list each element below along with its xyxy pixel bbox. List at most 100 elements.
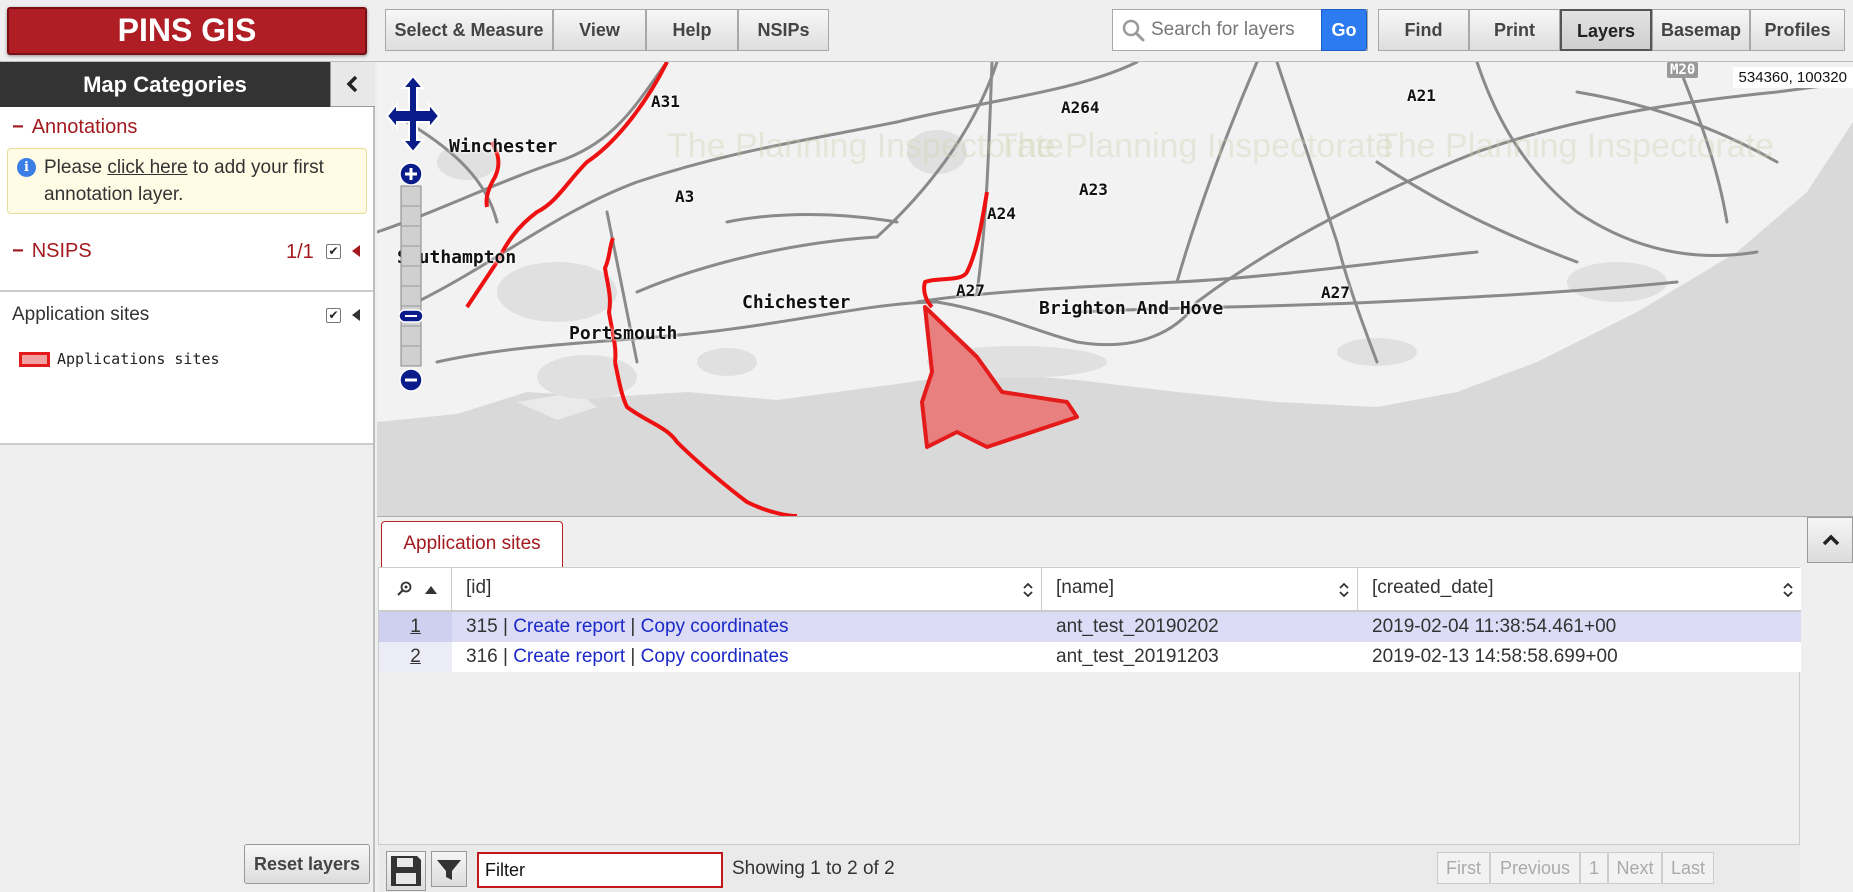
collapse-minus-icon: − [12, 240, 24, 262]
road-label: A3 [675, 187, 695, 206]
column-header-label: [created_date] [1372, 577, 1494, 598]
place-label: Winchester [449, 136, 558, 157]
created-date-cell: 2019-02-04 11:38:54.461+00 [1372, 616, 1617, 637]
zoom-out-icon [399, 368, 423, 392]
column-header-name[interactable]: [name] [1042, 568, 1358, 612]
zoom-slider[interactable] [399, 162, 423, 392]
zoom-to-icon [397, 581, 412, 596]
application-sites-layer-label: Application sites [12, 304, 150, 325]
filter-input[interactable] [477, 852, 723, 888]
annotations-section-header[interactable]: − Annotations [12, 116, 137, 139]
nsips-visibility-checkbox[interactable]: ✔ [326, 244, 341, 259]
create-report-link[interactable]: Create report [513, 646, 625, 667]
create-report-link[interactable]: Create report [513, 616, 625, 637]
nsips-expand-icon[interactable] [352, 245, 360, 257]
chevron-up-icon [1822, 534, 1840, 546]
road-label: A21 [1407, 86, 1436, 105]
nsips-section-header[interactable]: − NSIPS 1/1 ✔ [0, 237, 373, 267]
annotations-panel: − Annotations i Please click here to add … [0, 107, 373, 292]
nsips-layers-panel: Application sites ✔ Applications sites [0, 292, 373, 445]
app-logo: PINS GIS [7, 7, 367, 55]
sort-icon [1023, 582, 1033, 598]
pager-first-button[interactable]: First [1437, 852, 1490, 884]
paging-info: Showing 1 to 2 of 2 [732, 858, 895, 879]
info-icon: i [17, 158, 36, 177]
table-row[interactable]: 1 315 | Create report | Copy coordinates… [379, 612, 1801, 642]
place-label: Brighton And Hove [1039, 298, 1224, 319]
legend-swatch-icon [19, 352, 50, 367]
column-header-created-date[interactable]: [created_date] [1358, 568, 1801, 612]
search-go-button[interactable]: Go [1321, 9, 1367, 51]
pan-arrows-icon [385, 74, 441, 154]
annotation-info-box: i Please click here to add your first an… [7, 148, 367, 214]
row-number[interactable]: 2 [379, 642, 452, 672]
view-button[interactable]: View [553, 9, 646, 51]
road-label: M20 [1667, 62, 1699, 78]
zoom-in-icon [399, 162, 423, 186]
column-header-label: [name] [1056, 577, 1115, 598]
road-label: A23 [1079, 180, 1108, 199]
find-button[interactable]: Find [1378, 9, 1469, 51]
id-cell: 315 | Create report | Copy coordinates [466, 616, 789, 637]
pager-last-button[interactable]: Last [1662, 852, 1714, 884]
info-text-prefix: Please [44, 157, 108, 178]
road-label: A27 [956, 281, 985, 300]
table-row[interactable]: 2 316 | Create report | Copy coordinates… [379, 642, 1801, 672]
application-sites-expand-icon[interactable] [352, 309, 360, 321]
filter-toggle-button[interactable] [431, 851, 467, 887]
id-cell: 316 | Create report | Copy coordinates [466, 646, 789, 667]
help-button[interactable]: Help [646, 9, 738, 51]
pager-page-button[interactable]: 1 [1580, 852, 1608, 884]
filter-funnel-icon [437, 860, 461, 880]
table-footer: Showing 1 to 2 of 2 First Previous 1 Nex… [378, 844, 1800, 892]
reset-layers-button[interactable]: Reset layers [244, 844, 370, 884]
print-button[interactable]: Print [1469, 9, 1560, 51]
name-cell: ant_test_20191203 [1056, 646, 1219, 667]
chevron-left-icon [346, 75, 358, 93]
sort-icon [1783, 582, 1793, 598]
pan-control[interactable] [385, 74, 441, 154]
collapse-minus-icon: − [12, 116, 24, 138]
save-icon [391, 856, 421, 886]
map-watermark: The Planning Inspectorate [997, 127, 1394, 165]
layers-sidebar: Map Categories − Annotations i Please cli… [0, 62, 375, 892]
place-label: Portsmouth [569, 323, 678, 344]
sort-asc-icon [425, 586, 437, 594]
add-annotation-link[interactable]: click here [107, 157, 187, 178]
road-label: A31 [651, 92, 680, 111]
table-header-row-number[interactable] [379, 568, 452, 612]
layers-button[interactable]: Layers [1560, 9, 1652, 51]
results-table: [id] [name] [created_date] 1 315 | Creat… [378, 567, 1801, 849]
road-label: A27 [1321, 283, 1350, 302]
road-label: A24 [987, 204, 1016, 223]
created-date-cell: 2019-02-13 14:58:58.699+00 [1372, 646, 1618, 667]
top-toolbar: PINS GIS Select & Measure View Help NSIP… [0, 0, 1853, 62]
id-value: 315 [466, 616, 498, 637]
application-sites-checkbox[interactable]: ✔ [326, 308, 341, 323]
annotations-title: Annotations [31, 116, 138, 138]
collapse-sidebar-button[interactable] [330, 62, 375, 107]
pager-previous-button[interactable]: Previous [1490, 852, 1580, 884]
sort-icon [1339, 582, 1349, 598]
row-number[interactable]: 1 [379, 612, 452, 642]
tab-application-sites[interactable]: Application sites [381, 521, 563, 567]
expand-results-button[interactable] [1807, 517, 1853, 563]
select-measure-button[interactable]: Select & Measure [385, 9, 553, 51]
nsips-button[interactable]: NSIPs [738, 9, 829, 51]
search-input[interactable] [1151, 11, 1321, 49]
copy-coordinates-link[interactable]: Copy coordinates [641, 646, 789, 667]
id-value: 316 [466, 646, 498, 667]
basemap-button[interactable]: Basemap [1652, 9, 1750, 51]
name-cell: ant_test_20190202 [1056, 616, 1219, 637]
sidebar-title: Map Categories [0, 62, 330, 107]
export-button[interactable] [386, 851, 426, 891]
column-header-id[interactable]: [id] [452, 568, 1042, 612]
map-watermark: The Planning Inspectorate [1377, 127, 1774, 165]
map-canvas[interactable]: The Planning Inspectorate The Planning I… [377, 62, 1853, 516]
search-icon [1122, 19, 1145, 42]
profiles-button[interactable]: Profiles [1750, 9, 1845, 51]
pager-next-button[interactable]: Next [1608, 852, 1662, 884]
copy-coordinates-link[interactable]: Copy coordinates [641, 616, 789, 637]
nsips-title: NSIPS [31, 240, 92, 262]
legend-label: Applications sites [57, 350, 220, 368]
